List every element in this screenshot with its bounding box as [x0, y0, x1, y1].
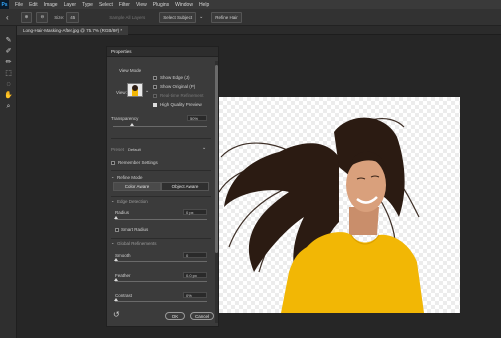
- transparency-slider[interactable]: [113, 126, 207, 127]
- realtime-refinement-checkbox[interactable]: [153, 94, 157, 98]
- object-selection-icon[interactable]: ⬚: [3, 69, 14, 78]
- lasso-icon[interactable]: ◌: [3, 80, 14, 89]
- color-aware-toggle[interactable]: Color Aware: [113, 182, 161, 191]
- realtime-refinement-label: Real-time Refinement: [160, 93, 204, 98]
- show-original-checkbox[interactable]: [153, 85, 157, 89]
- refine-hair-button[interactable]: Refine Hair: [211, 11, 242, 23]
- brush-mode-button[interactable]: ⊕: [20, 11, 33, 23]
- size-field[interactable]: 45: [66, 11, 80, 23]
- radius-slider[interactable]: [115, 219, 207, 220]
- show-original-label: Show Original (P): [160, 84, 196, 89]
- feather-slider[interactable]: [115, 281, 207, 282]
- edge-detection-heading: Edge Detection: [117, 199, 148, 204]
- document-tab-bar: Long-Hair-Masking-After.jpg @ 75.7% (RGB…: [17, 26, 501, 35]
- smart-radius-label: Smart Radius: [121, 227, 149, 232]
- contrast-slider[interactable]: [115, 301, 207, 302]
- smooth-field[interactable]: 0: [183, 252, 207, 258]
- menu-type[interactable]: Type: [82, 2, 93, 8]
- preset-value: Default: [128, 147, 141, 152]
- radius-field[interactable]: 0 px: [183, 209, 207, 215]
- transparency-field[interactable]: 50%: [187, 115, 207, 121]
- transparency-slider-handle[interactable]: [130, 123, 134, 126]
- transparency-label: Transparency: [111, 116, 139, 121]
- menu-bar: Ps File Edit Image Layer Type Select Fil…: [0, 0, 501, 9]
- show-edge-label: Show Edge (J): [160, 75, 190, 80]
- radius-slider-handle[interactable]: [114, 216, 118, 219]
- divider: [111, 196, 211, 197]
- preset-select[interactable]: Default: [125, 146, 207, 152]
- menu-select[interactable]: Select: [99, 2, 113, 8]
- chevron-down-icon[interactable]: ⌄: [199, 14, 203, 20]
- brush-icon[interactable]: ✎: [3, 36, 14, 45]
- contrast-slider-handle[interactable]: [114, 298, 118, 301]
- high-quality-preview-label: High Quality Preview: [160, 102, 202, 107]
- back-arrow-icon[interactable]: ‹: [6, 13, 9, 22]
- preset-label: Preset: [111, 147, 125, 152]
- brush-icon[interactable]: ✏: [3, 58, 14, 67]
- properties-panel: Properties View Mode View: ⌄ Show Edge (…: [106, 46, 219, 327]
- refine-edge-brush-icon[interactable]: ✐: [3, 47, 14, 56]
- feather-slider-handle[interactable]: [114, 278, 118, 281]
- menu-help[interactable]: Help: [199, 2, 209, 8]
- brush-preset-button[interactable]: ⊖: [36, 11, 49, 23]
- remember-settings-label: Remember Settings: [118, 160, 158, 165]
- menu-window[interactable]: Window: [175, 2, 193, 8]
- menu-view[interactable]: View: [136, 2, 147, 8]
- options-bar: ‹ ⊕ ⊖ Size: 45 Sample All Layers Select …: [0, 9, 501, 26]
- zoom-icon[interactable]: ⌕: [3, 102, 14, 111]
- chevron-down-icon[interactable]: ⌄: [145, 88, 149, 94]
- size-label: Size:: [54, 14, 65, 20]
- sample-all-layers[interactable]: Sample All Layers: [109, 15, 145, 20]
- view-preview-icon: [132, 85, 138, 96]
- smooth-slider[interactable]: [115, 261, 207, 262]
- panel-title: Properties: [107, 47, 218, 57]
- smooth-slider-handle[interactable]: [114, 258, 118, 261]
- high-quality-preview-checkbox[interactable]: [153, 103, 157, 107]
- menu-image[interactable]: Image: [44, 2, 58, 8]
- show-edge-checkbox[interactable]: [153, 76, 157, 80]
- menu-filter[interactable]: Filter: [119, 2, 130, 8]
- chevron-down-icon[interactable]: ⌄: [202, 145, 206, 151]
- ok-button[interactable]: OK: [165, 312, 185, 320]
- smart-radius-checkbox[interactable]: [115, 228, 119, 232]
- divider: [111, 138, 211, 139]
- reset-icon[interactable]: ↺: [113, 310, 120, 319]
- scrollbar-thumb[interactable]: [215, 65, 218, 253]
- chevron-down-icon[interactable]: ⌄: [111, 198, 114, 203]
- feather-field[interactable]: 0.0 px: [183, 272, 207, 278]
- hand-icon[interactable]: ✋: [3, 91, 14, 100]
- cancel-button[interactable]: Cancel: [190, 312, 214, 320]
- view-thumbnail[interactable]: [127, 83, 143, 97]
- chevron-down-icon[interactable]: ⌄: [111, 174, 114, 179]
- contrast-field[interactable]: 0%: [183, 292, 207, 298]
- chevron-down-icon[interactable]: ⌄: [111, 240, 114, 245]
- radius-label: Radius: [115, 210, 130, 215]
- view-mode-heading: View Mode: [119, 68, 142, 73]
- masked-portrait-image: [219, 117, 424, 313]
- divider: [111, 238, 211, 239]
- menu-file[interactable]: File: [15, 2, 23, 8]
- document-canvas[interactable]: [219, 97, 460, 313]
- menu-edit[interactable]: Edit: [29, 2, 38, 8]
- remember-settings-checkbox[interactable]: [111, 161, 115, 165]
- menu-layer[interactable]: Layer: [64, 2, 77, 8]
- object-aware-toggle[interactable]: Object Aware: [161, 182, 209, 191]
- refine-mode-heading: Refine Mode: [117, 175, 143, 180]
- panel-scrollbar[interactable]: [215, 61, 218, 323]
- select-subject-button[interactable]: Select Subject: [159, 11, 197, 23]
- divider: [111, 170, 211, 171]
- menu-plugins[interactable]: Plugins: [153, 2, 169, 8]
- tools-panel: ✎ ✐ ✏ ⬚ ◌ ✋ ⌕: [0, 26, 17, 338]
- view-label: View:: [116, 90, 127, 95]
- global-refinements-heading: Global Refinements: [117, 241, 157, 246]
- document-tab[interactable]: Long-Hair-Masking-After.jpg @ 75.7% (RGB…: [17, 26, 129, 35]
- app-logo: Ps: [0, 0, 9, 9]
